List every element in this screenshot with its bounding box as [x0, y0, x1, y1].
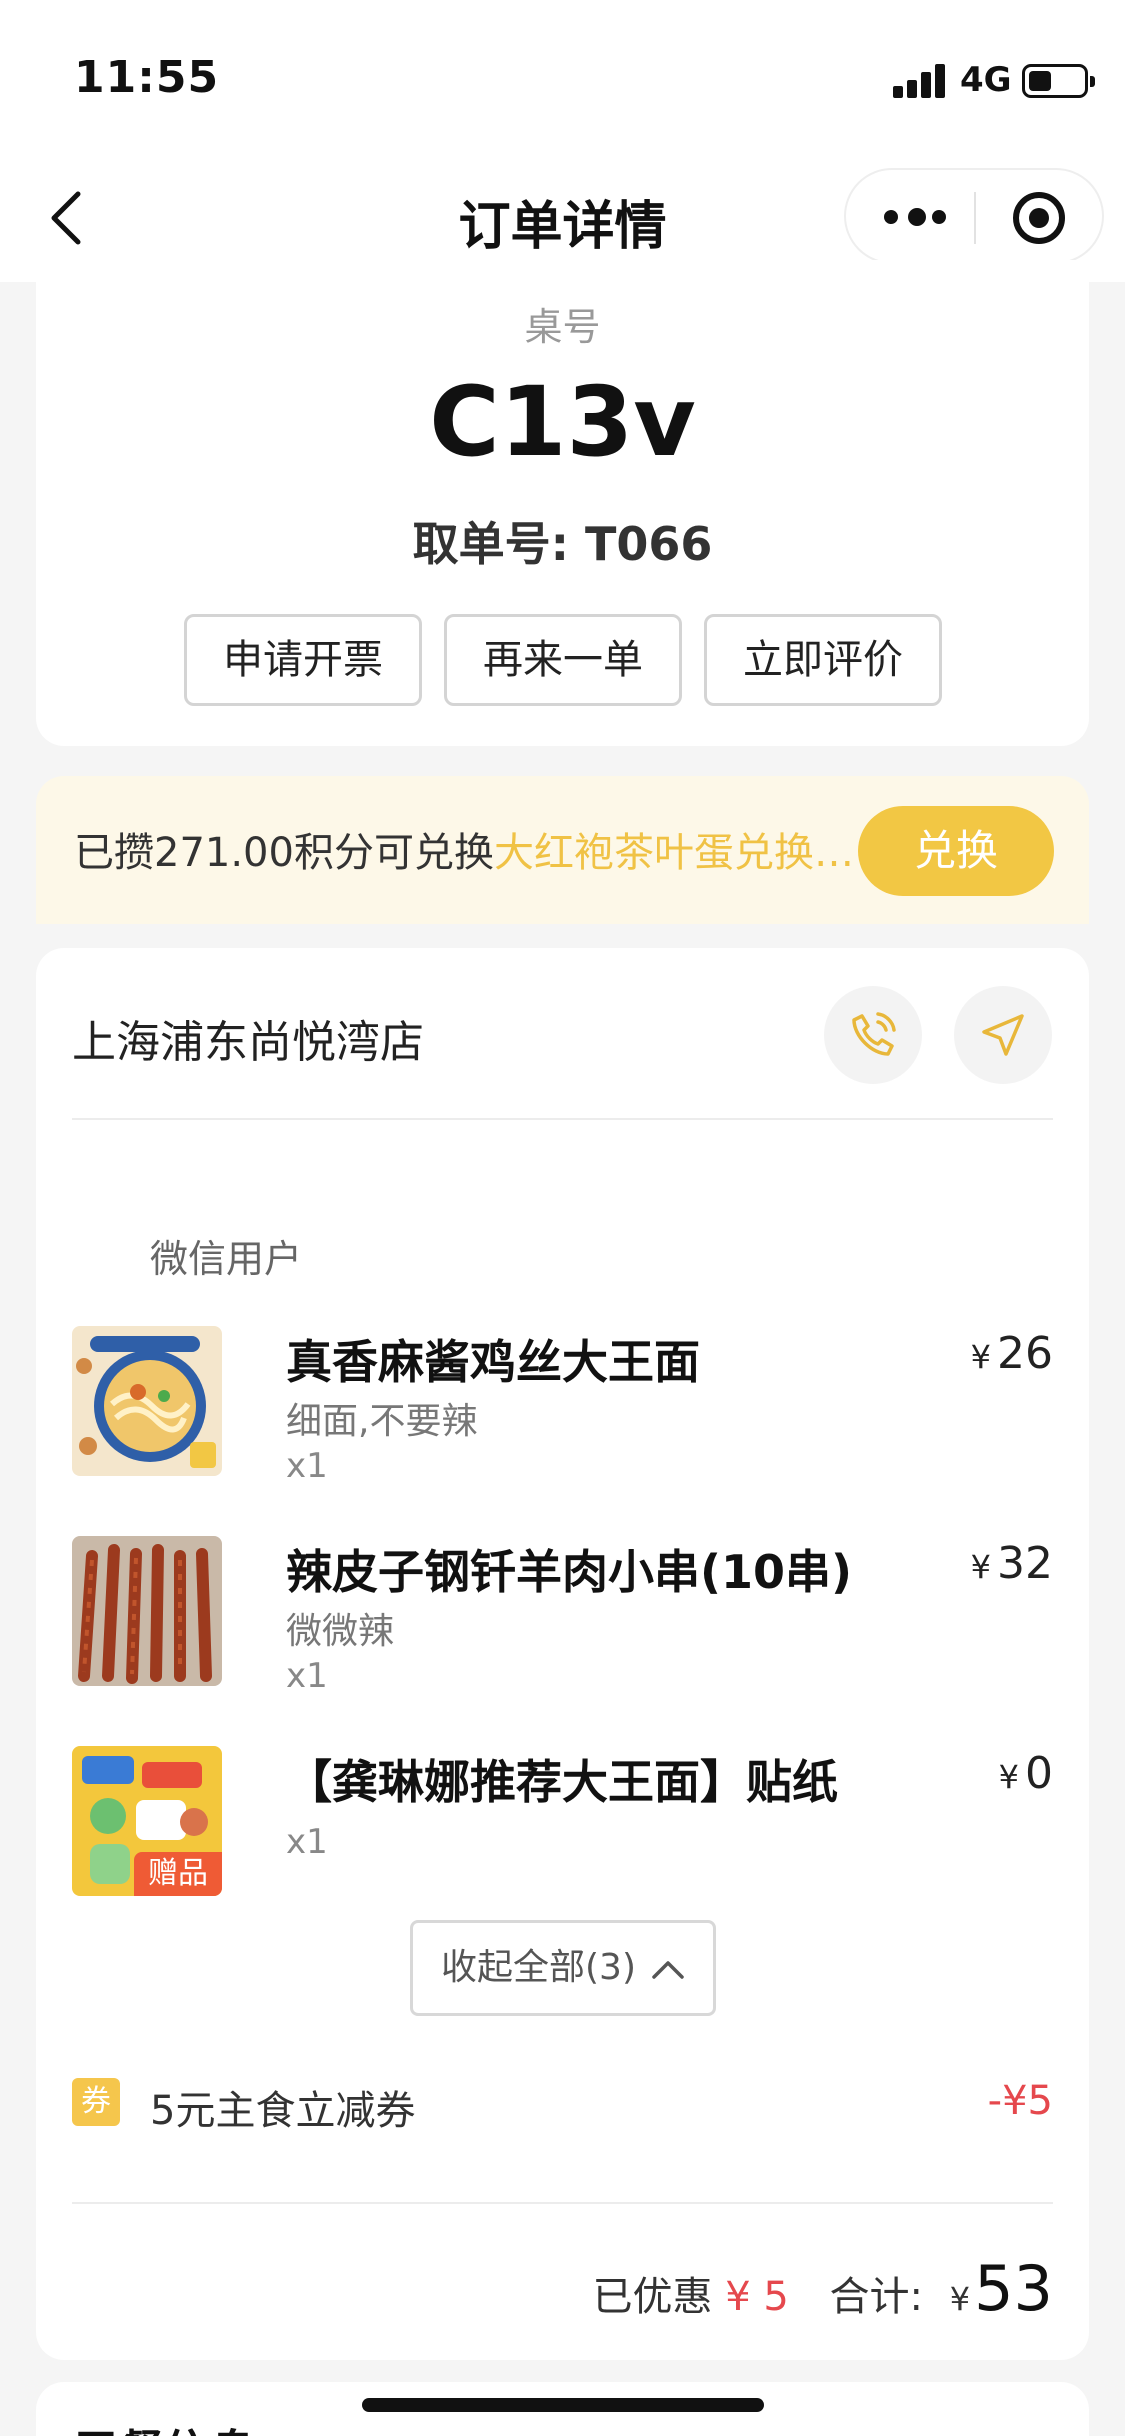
pickup-number: 取单号: T066	[412, 517, 713, 571]
call-button[interactable]	[824, 986, 922, 1084]
item-spec: 细面,不要辣	[286, 1401, 478, 1442]
review-button[interactable]: 立即评价	[704, 614, 942, 706]
item-spec: 微微辣	[286, 1611, 395, 1652]
item-qty: x1	[286, 1446, 328, 1486]
reorder-button[interactable]: 再来一单	[444, 614, 682, 706]
status-time: 11:55	[74, 52, 220, 103]
item-price: ¥32	[970, 1538, 1053, 1589]
item-image: 赠品	[72, 1746, 222, 1896]
mini-program-capsule	[844, 168, 1104, 264]
points-highlight: 大红袍茶叶蛋兑换…	[493, 830, 854, 876]
order-total: 已优惠 ¥ 5 合计: ¥53	[592, 2252, 1053, 2325]
total-label: 合计:	[829, 2274, 924, 2320]
navigate-button[interactable]	[954, 986, 1052, 1084]
order-item: 真香麻酱鸡丝大王面 细面,不要辣 x1 ¥26	[72, 1326, 1053, 1486]
order-item: 赠品 【龚琳娜推荐大王面】贴纸 x1 ¥0	[72, 1746, 1053, 1906]
coupon-icon: 券	[72, 2078, 120, 2126]
signal-icon	[893, 64, 947, 98]
coupon-amount: -¥5	[987, 2078, 1053, 2124]
order-header-card: 桌号 C13v 取单号: T066 申请开票 再来一单 立即评价	[36, 260, 1089, 746]
discount-value: ¥ 5	[725, 2274, 789, 2320]
item-name: 辣皮子钢钎羊肉小串(10串)	[286, 1545, 853, 1599]
item-qty: x1	[286, 1656, 328, 1696]
discount-label: 已优惠	[592, 2274, 713, 2320]
phone-icon	[852, 1012, 896, 1056]
store-name: 上海浦东尚悦湾店	[72, 1017, 424, 1068]
item-name: 【龚琳娜推荐大王面】贴纸	[286, 1755, 838, 1809]
table-number: C13v	[429, 366, 696, 478]
points-banner: 已攒271.00积分可兑换大红袍茶叶蛋兑换… 兑换	[36, 776, 1089, 924]
order-actions: 申请开票 再来一单 立即评价	[184, 614, 942, 706]
item-price: ¥26	[970, 1328, 1053, 1379]
gift-badge: 赠品	[134, 1852, 222, 1896]
battery-icon	[1022, 64, 1095, 98]
close-mini-program-icon[interactable]	[1013, 192, 1065, 244]
total-amount: 53	[974, 2252, 1053, 2325]
collapse-items-button[interactable]: 收起全部(3)	[410, 1920, 716, 2016]
redeem-button[interactable]: 兑换	[858, 806, 1054, 896]
table-label: 桌号	[524, 305, 601, 349]
more-icon[interactable]	[884, 206, 946, 228]
item-qty: x1	[286, 1822, 328, 1862]
user-label: 微信用户	[150, 1237, 303, 1281]
invoice-button[interactable]: 申请开票	[184, 614, 422, 706]
coupon-row: 券 5元主食立减券 -¥5	[72, 2076, 1053, 2134]
home-indicator[interactable]	[362, 2398, 764, 2412]
points-text: 已攒271.00积分可兑换大红袍茶叶蛋兑换…	[74, 830, 854, 876]
item-name: 真香麻酱鸡丝大王面	[286, 1335, 700, 1389]
item-image	[72, 1326, 222, 1476]
chevron-up-icon	[652, 1961, 684, 1979]
status-bar: 11:55 4G	[0, 0, 1125, 170]
navigation-arrow-icon	[982, 1014, 1024, 1056]
coupon-text: 5元主食立减券	[150, 2088, 416, 2134]
network-label: 4G	[960, 60, 1012, 100]
item-price: ¥0	[998, 1748, 1053, 1799]
item-image	[72, 1536, 222, 1686]
section-title: 用餐信息	[72, 2416, 256, 2436]
order-items-card: 上海浦东尚悦湾店 微信用户 真香麻酱鸡丝大王面 细面,不要辣 x1 ¥ 26 辣…	[36, 948, 1089, 2360]
order-item: 辣皮子钢钎羊肉小串(10串) 微微辣 x1 ¥32	[72, 1536, 1053, 1696]
